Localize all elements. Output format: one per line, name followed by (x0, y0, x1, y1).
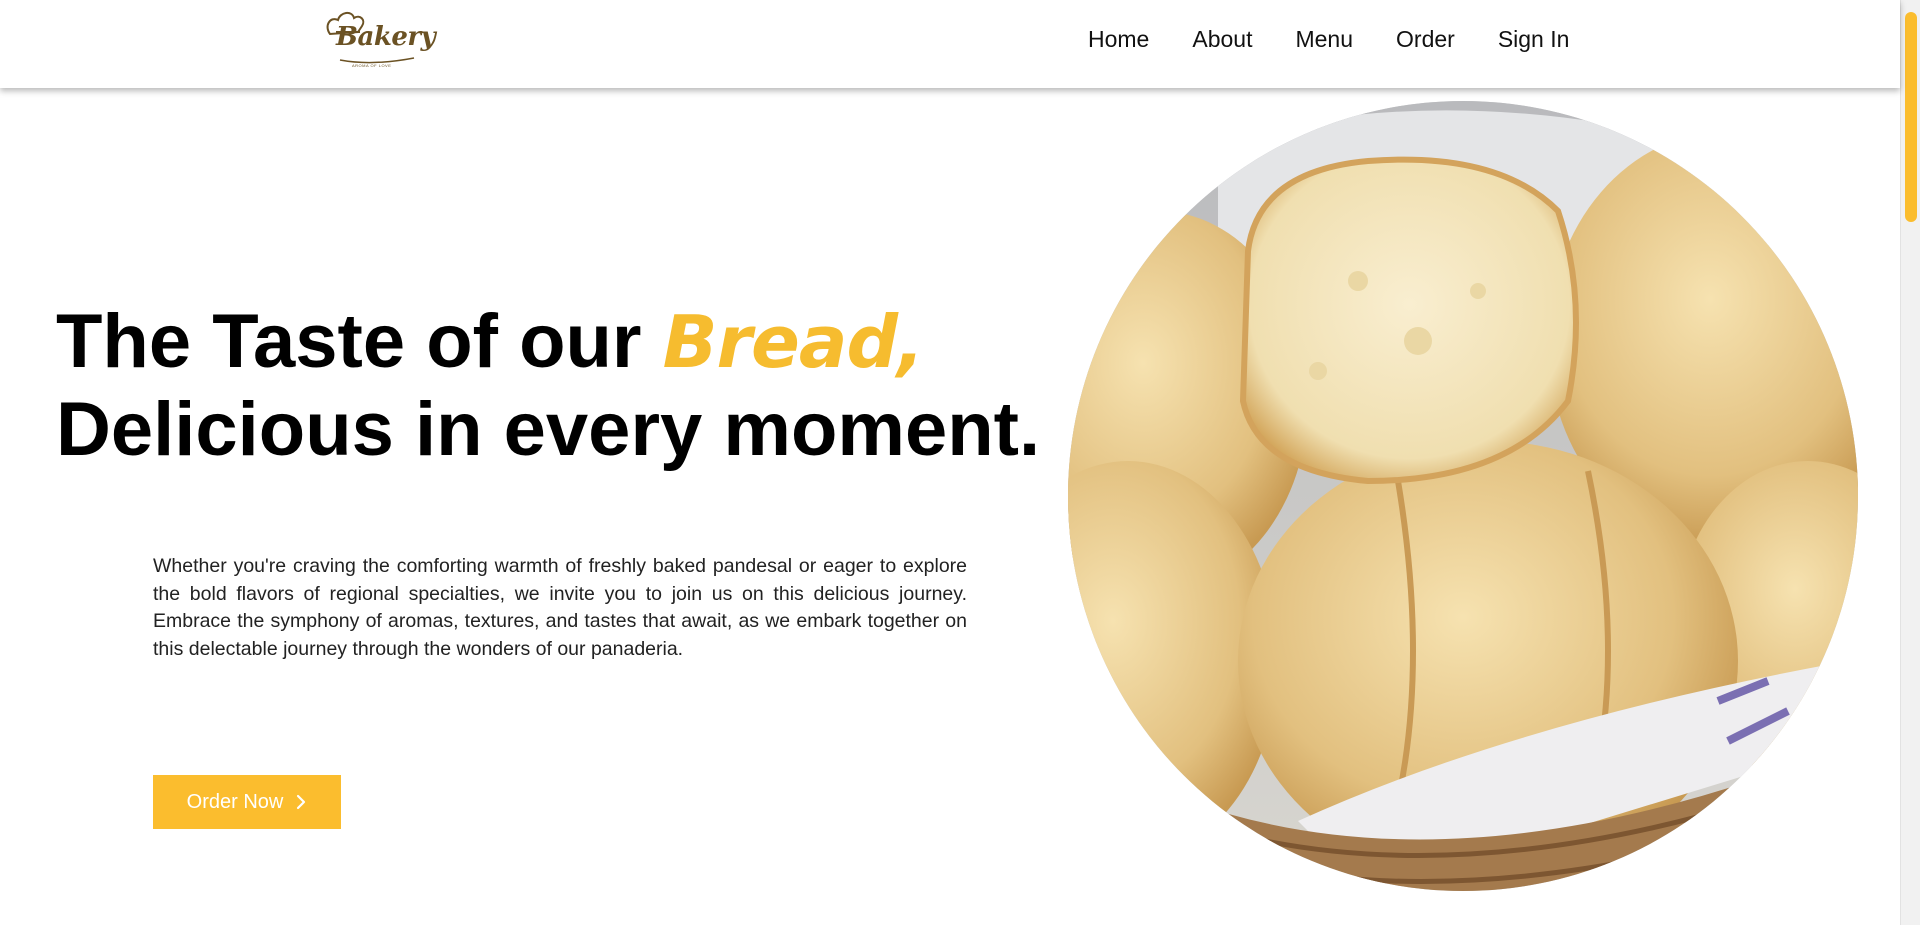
logo-wordmark: Bakery (336, 22, 436, 52)
scrollbar-thumb[interactable] (1905, 12, 1917, 222)
logo-tagline: AROMA OF LOVE (352, 63, 392, 68)
nav-sign-in[interactable]: Sign In (1498, 26, 1570, 53)
order-now-button[interactable]: Order Now (153, 775, 341, 829)
hero-bread-image (1068, 101, 1858, 891)
nav-about[interactable]: About (1192, 26, 1252, 53)
hero-headline: The Taste of our Bread, Delicious in eve… (56, 298, 1040, 474)
headline-line2: Delicious in every moment. (56, 387, 1041, 472)
headline-highlight: Bread, (662, 300, 925, 384)
nav-home[interactable]: Home (1088, 26, 1149, 53)
page-scrollbar[interactable] (1900, 0, 1920, 925)
bakery-logo[interactable]: Bakery AROMA OF LOVE (322, 8, 436, 74)
nav-order[interactable]: Order (1396, 26, 1455, 53)
main-nav: Home About Menu Order Sign In (1088, 26, 1612, 53)
navbar: Bakery AROMA OF LOVE Home About Menu Ord… (0, 0, 1900, 88)
headline-part1: The Taste of our (56, 299, 663, 384)
nav-menu[interactable]: Menu (1295, 26, 1353, 53)
hero-description: Whether you're craving the comforting wa… (153, 555, 967, 660)
chevron-right-icon (295, 793, 307, 811)
bread-basket-illustration (1068, 101, 1858, 891)
order-now-label: Order Now (186, 790, 284, 813)
